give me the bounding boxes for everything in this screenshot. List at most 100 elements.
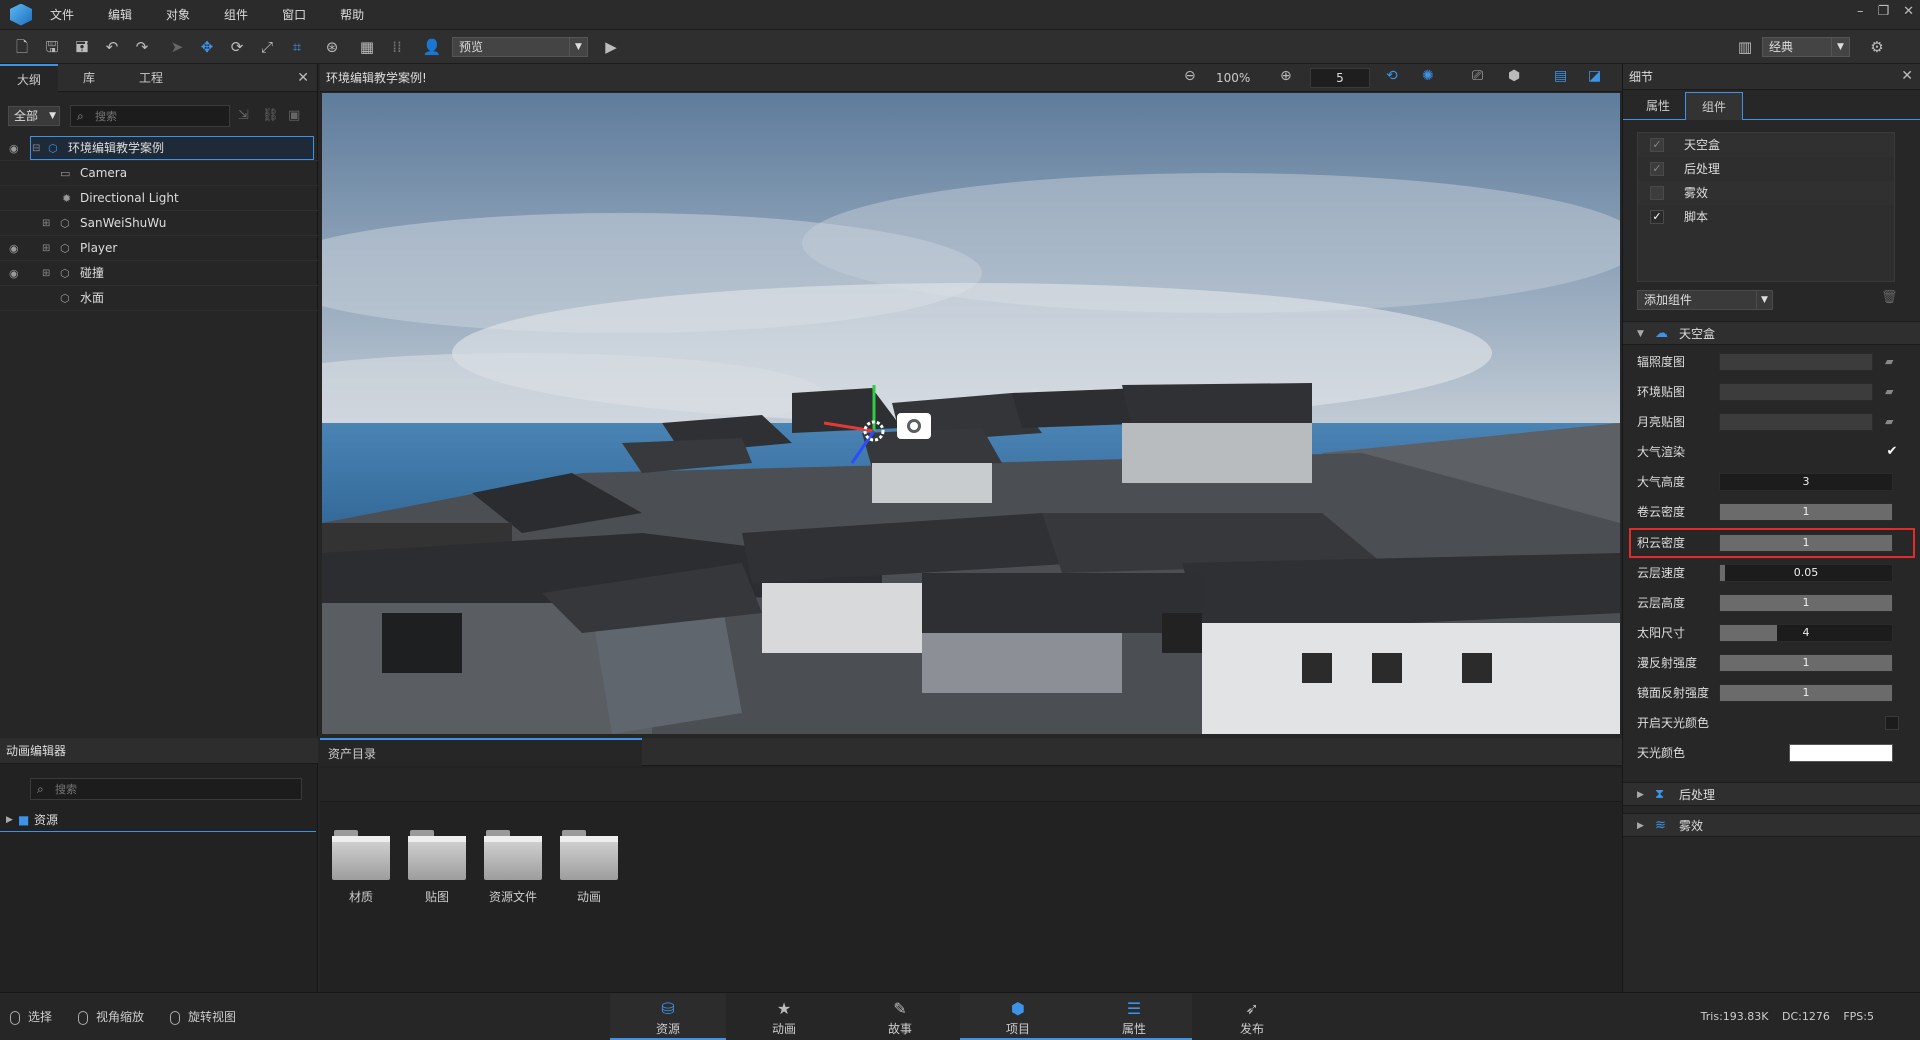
zoom-in-icon[interactable]: ⊕ [1280,68,1292,84]
tab-outline[interactable]: 大纲 [0,64,58,92]
anim-search[interactable]: ⌕ [30,778,302,800]
layout-select[interactable]: 经典 ▼ [1762,37,1850,57]
tree-row[interactable]: ✹ Directional Light [0,186,318,211]
bottom-tab-properties[interactable]: ☰ 属性 [1076,993,1192,1040]
folder-icon[interactable]: ▰ [1885,380,1893,404]
component-row-fog[interactable]: 雾效 [1638,181,1894,205]
move-tool-icon[interactable]: ✥ [196,36,218,58]
scale-tool-icon[interactable]: ⤢ [256,36,278,58]
undo-icon[interactable]: ↶ [101,36,123,58]
gizmo-icon[interactable]: ⟲ [1386,68,1398,84]
minimize-icon[interactable]: – [1857,4,1864,19]
settings-icon[interactable]: ⚙ [1866,36,1888,58]
section-skybox[interactable]: ▼ ☁ 天空盒 [1623,321,1920,345]
link-icon[interactable]: ⛓ [262,108,279,123]
menu-component[interactable]: 组件 [224,6,248,23]
bottom-tab-publish[interactable]: ➶ 发布 [1194,993,1310,1040]
tree-row[interactable]: ⊞ ⬡ SanWeiShuWu [0,211,318,236]
tree-row[interactable]: ◉ ⊟ ⬡ 环境编辑教学案例 [0,136,318,161]
mode-rotate[interactable]: 旋转视图 [170,993,236,1040]
tab-library[interactable]: 库 [60,64,118,92]
save-all-icon[interactable]: 🖬 [71,36,93,58]
expand-all-icon[interactable]: ⇲ [238,108,249,123]
component-row-script[interactable]: ✓ 脚本 [1638,205,1894,229]
folder-icon[interactable]: ▰ [1885,350,1893,374]
folder-item[interactable]: 资源文件 [482,830,544,905]
cloud-height-slider[interactable]: 1 [1719,594,1893,612]
sun-icon[interactable]: ✺ [1422,68,1434,84]
atmos-height-slider[interactable]: 3 [1719,473,1893,491]
collapse-icon[interactable]: ⊟ [32,136,40,161]
checkbox[interactable]: ✓ [1650,138,1664,152]
checkbox[interactable] [1650,186,1664,200]
bottom-tab-animation[interactable]: ★ 动画 [726,993,842,1040]
save-icon[interactable]: 🖫 [41,36,63,58]
expand-icon[interactable]: ⊞ [42,236,50,261]
close-icon[interactable]: ✕ [297,70,309,86]
menu-object[interactable]: 对象 [166,6,190,23]
layout-icon[interactable]: ▥ [1734,36,1756,58]
rotate-tool-icon[interactable]: ⟳ [226,36,248,58]
close-icon[interactable]: ✕ [1901,68,1913,84]
user-icon[interactable]: 👤 [421,36,443,58]
expand-icon[interactable]: ⊞ [42,261,50,286]
bottom-tab-project[interactable]: ⬢ 项目 [960,993,1076,1040]
stats-icon[interactable]: ◪ [1588,68,1601,84]
snap-tool-icon[interactable]: ⌗ [286,36,308,58]
tree-row[interactable]: ▭ Camera [0,161,318,186]
zoom-out-icon[interactable]: ⊖ [1184,68,1196,84]
collapse-all-icon[interactable]: ▣ [288,108,300,123]
skylight-color-swatch[interactable] [1789,744,1893,762]
cube-icon[interactable]: ⬢ [1508,68,1520,84]
transform-space-icon[interactable]: ⊛ [321,36,343,58]
section-post[interactable]: ▶ ⧗ 后处理 [1623,782,1920,806]
eye-icon[interactable]: ◉ [9,236,19,261]
menu-window[interactable]: 窗口 [282,6,306,23]
save-view-icon[interactable]: ▤ [1554,68,1567,84]
anim-search-input[interactable] [55,781,244,797]
menu-edit[interactable]: 编辑 [108,6,132,23]
mode-zoom[interactable]: 视角缩放 [78,993,144,1040]
outline-filter-select[interactable]: 全部 ▼ [8,106,60,126]
component-row-skybox[interactable]: ✓ 天空盒 [1638,133,1894,157]
add-component-select[interactable]: 添加组件 ▼ [1637,290,1773,310]
dot-grid-icon[interactable]: ⁞⁞ [386,36,408,58]
moon-map-field[interactable] [1719,413,1873,431]
env-map-field[interactable] [1719,383,1873,401]
irradiance-field[interactable] [1719,353,1873,371]
specular-slider[interactable]: 1 [1719,684,1893,702]
outline-search-input[interactable] [95,108,206,124]
redo-icon[interactable]: ↷ [131,36,153,58]
folder-item[interactable]: 材质 [330,830,392,905]
new-file-icon[interactable]: 🗋 [11,36,33,58]
close-window-icon[interactable]: ✕ [1903,4,1914,19]
tab-asset-directory[interactable]: 资产目录 [320,738,642,766]
folder-item[interactable]: 动画 [558,830,620,905]
tree-row[interactable]: ◉ ⊞ ⬡ 碰撞 [0,261,318,286]
eye-icon[interactable]: ◉ [9,261,19,286]
camera-view-icon[interactable]: ⎚ [1472,68,1483,84]
cirrus-slider[interactable]: 1 [1719,503,1893,521]
bottom-tab-story[interactable]: ✎ 故事 [842,993,958,1040]
preview-select[interactable]: 预览 ▼ [452,37,588,57]
folder-item[interactable]: 贴图 [406,830,468,905]
restore-icon[interactable]: ❐ [1877,4,1889,19]
tab-components[interactable]: 组件 [1685,92,1743,120]
scene-viewport[interactable] [322,93,1620,734]
folder-icon[interactable]: ▰ [1885,410,1893,434]
tab-project[interactable]: 工程 [122,64,180,92]
tree-row[interactable]: ⬡ 水面 [0,286,318,311]
tree-row[interactable]: ◉ ⊞ ⬡ Player [0,236,318,261]
bottom-tab-resources[interactable]: ⛁ 资源 [610,993,726,1040]
sun-size-slider[interactable]: 4 [1719,624,1893,642]
step-field[interactable]: 5 [1310,68,1370,88]
checkmark-icon[interactable]: ✔ [1885,445,1899,459]
menu-help[interactable]: 帮助 [340,6,364,23]
eye-icon[interactable]: ◉ [9,136,19,161]
checkbox[interactable]: ✓ [1650,162,1664,176]
tab-attributes[interactable]: 属性 [1629,92,1687,120]
mode-select[interactable]: 选择 [10,993,52,1040]
skylight-checkbox[interactable] [1885,716,1899,730]
expand-icon[interactable]: ⊞ [42,211,50,236]
grid-icon[interactable]: ▦ [356,36,378,58]
